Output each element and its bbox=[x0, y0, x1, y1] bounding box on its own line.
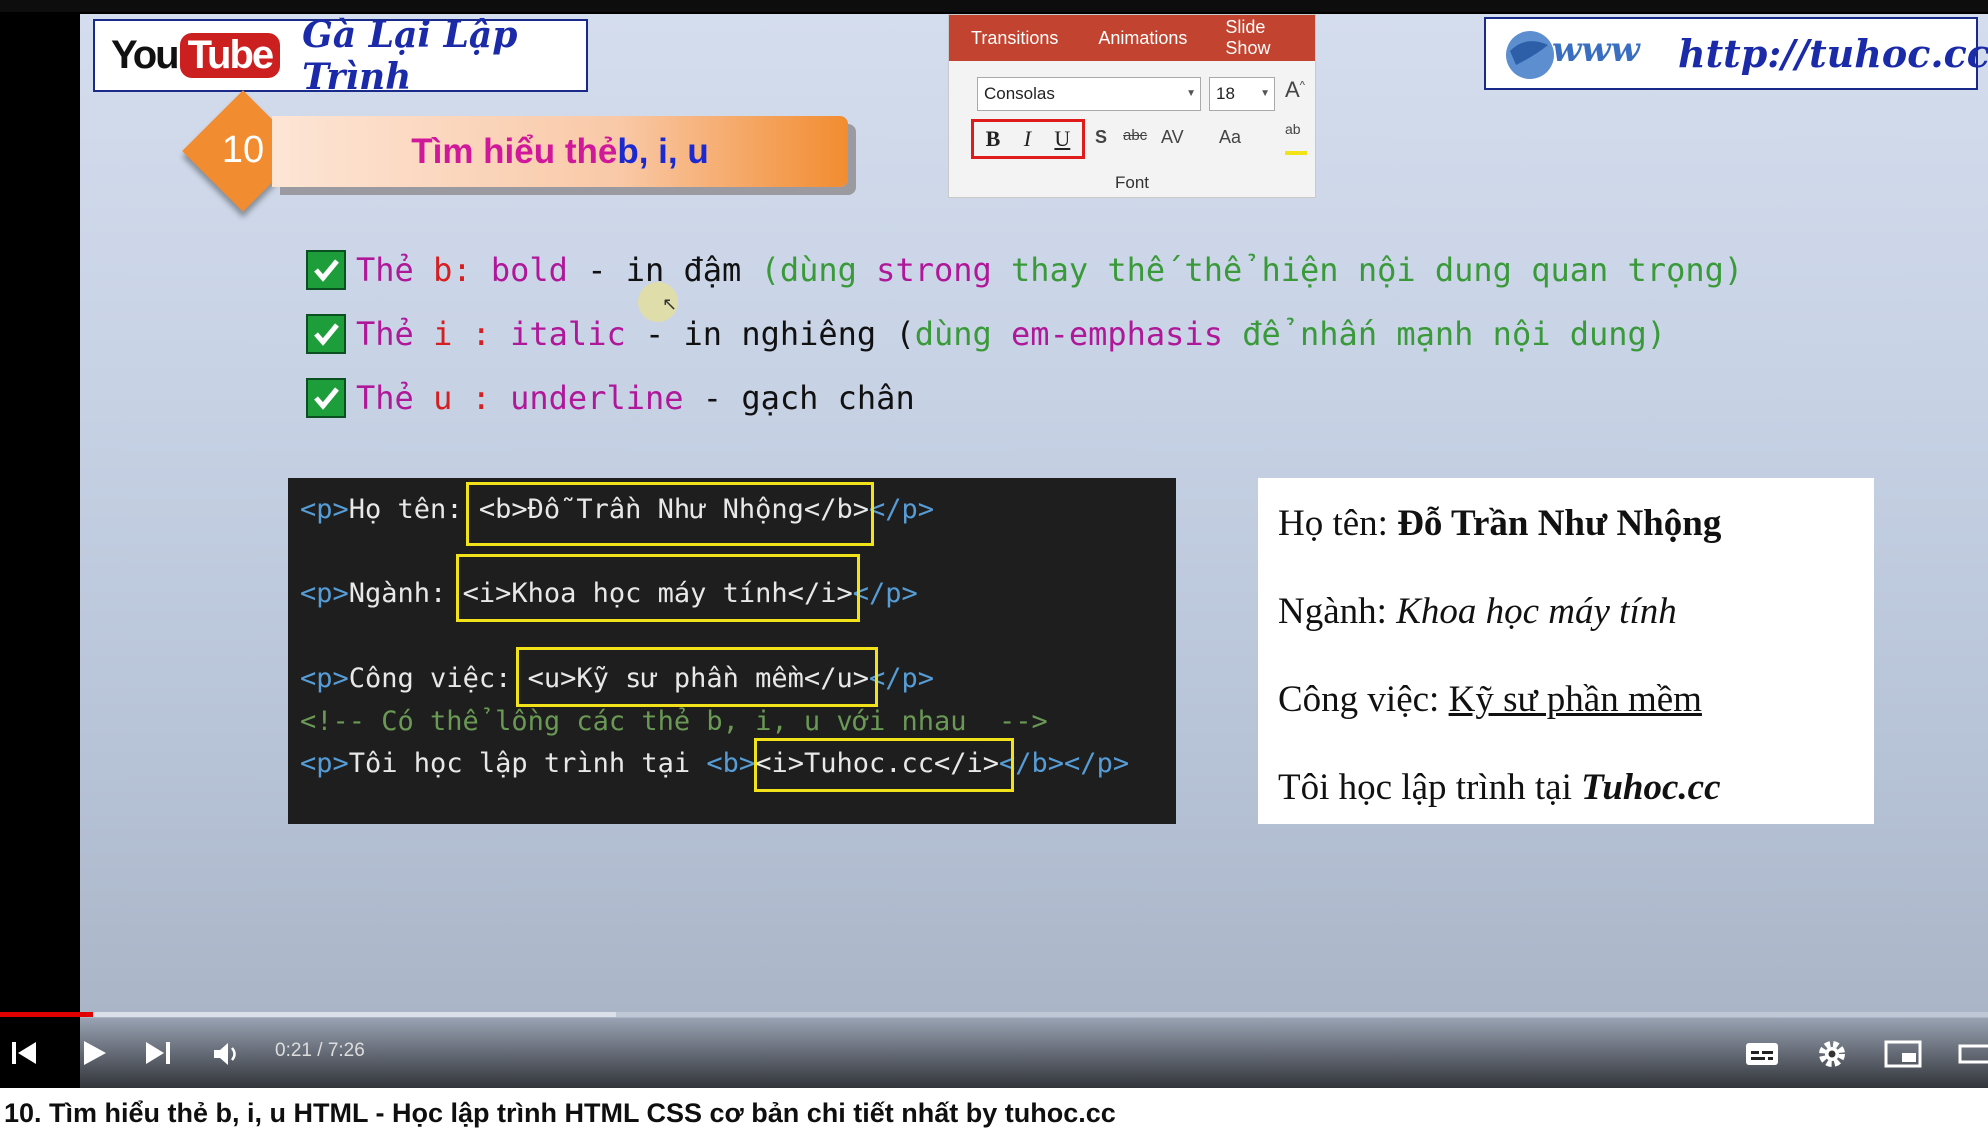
bullet-keyword: strong bbox=[876, 251, 992, 289]
bullet-name: i bbox=[433, 315, 453, 353]
bullet-vi: gạch chân bbox=[741, 379, 915, 417]
render-preview-panel: Họ tên: Đỗ Trần Như Nhộng Ngành: Khoa họ… bbox=[1258, 478, 1874, 824]
preview-line-name: Họ tên: Đỗ Trần Như Nhộng bbox=[1278, 503, 1722, 544]
checkmark-icon bbox=[306, 378, 346, 418]
character-spacing-icon: AV bbox=[1161, 127, 1184, 147]
change-case-icon: Aa bbox=[1219, 127, 1242, 147]
bullet-rest: để nhấn mạnh nội dung) bbox=[1222, 315, 1667, 353]
code-editor-panel: <p>Họ tên: <b>Đỗ Trần Như Nhộng</b></p> … bbox=[288, 478, 1176, 824]
subtitles-button[interactable] bbox=[1744, 1040, 1780, 1073]
highlight-color-icon: ab bbox=[1285, 121, 1307, 155]
bullet-list: Thẻ b: bold - in đậm (dùng strong thay t… bbox=[306, 238, 1743, 430]
website-url: http://tuhoc.cc bbox=[1678, 31, 1988, 76]
preview-line-site: Tôi học lập trình tại Tuhoc.cc bbox=[1278, 767, 1721, 808]
bold-icon: B bbox=[985, 126, 1001, 151]
channel-logo: You Tube Gà Lại Lập Trình bbox=[93, 14, 588, 98]
video-title[interactable]: 10. Tìm hiểu thẻ b, i, u HTML - Học lập … bbox=[4, 1098, 1116, 1129]
globe-icon: www bbox=[1496, 25, 1666, 83]
highlight-box-u bbox=[516, 647, 878, 707]
youtube-logo-you: You bbox=[111, 33, 180, 77]
next-button[interactable] bbox=[144, 1038, 172, 1073]
bullet-tag: Thẻ bbox=[356, 379, 434, 417]
ribbon-font-group: Transitions Animations Slide Show Consol… bbox=[948, 14, 1316, 198]
bullet-rest: thay thế thể hiện nội dung quan trọng) bbox=[991, 251, 1744, 289]
bullet-u: Thẻ u : underline - gạch chân bbox=[306, 366, 1743, 430]
chevron-down-icon: ▼ bbox=[1260, 88, 1270, 99]
chevron-down-icon: ▼ bbox=[1186, 88, 1196, 99]
font-name-field: Consolas ▼ bbox=[977, 77, 1201, 111]
preview-line-major: Ngành: Khoa học máy tính bbox=[1278, 591, 1677, 632]
bullet-en: italic bbox=[510, 315, 626, 353]
strikethrough-icon: abc bbox=[1123, 127, 1148, 144]
lesson-title-text: Tìm hiểu thẻ bbox=[411, 131, 618, 171]
website-banner: www http://tuhoc.cc bbox=[1484, 17, 1988, 90]
mouse-cursor-icon: ↖ bbox=[662, 294, 678, 315]
bullet-dash: - bbox=[567, 251, 626, 289]
italic-icon: I bbox=[1023, 126, 1032, 151]
settings-gear-icon[interactable] bbox=[1816, 1038, 1848, 1075]
play-button[interactable] bbox=[80, 1038, 108, 1073]
code-comment: <!-- Có thể lồng các thẻ b, i, u với nha… bbox=[300, 706, 1048, 737]
time-display: 0:21 / 7:26 bbox=[275, 1040, 365, 1061]
checkmark-icon bbox=[306, 250, 346, 290]
lesson-title-tags: b, i, u bbox=[617, 131, 709, 171]
progress-played bbox=[0, 1012, 93, 1017]
highlight-box-nested bbox=[754, 738, 1014, 792]
bullet-vi: in nghiêng ( bbox=[683, 315, 915, 353]
highlight-box-i bbox=[456, 554, 860, 622]
font-size-field: 18 ▼ bbox=[1209, 77, 1275, 111]
bullet-name: b bbox=[433, 251, 453, 289]
bullet-en: underline bbox=[510, 379, 684, 417]
miniplayer-button[interactable] bbox=[1884, 1040, 1922, 1073]
bold-italic-underline-highlight: B I U bbox=[971, 119, 1085, 159]
bullet-dash: - bbox=[683, 379, 742, 417]
top-edge bbox=[0, 0, 1988, 12]
bullet-en: bold bbox=[490, 251, 568, 289]
tab-animations: Animations bbox=[1098, 27, 1188, 48]
bullet-tag: Thẻ bbox=[356, 251, 434, 289]
font-name-value: Consolas bbox=[984, 84, 1055, 103]
ribbon-tabs: Transitions Animations Slide Show bbox=[949, 15, 1315, 61]
bullet-name: u bbox=[433, 379, 453, 417]
video-player[interactable]: You Tube Gà Lại Lập Trình 10 Tìm hiểu th… bbox=[0, 0, 1988, 1088]
highlight-box-b bbox=[466, 482, 874, 546]
www-text: www bbox=[1552, 30, 1642, 70]
lesson-title-banner: Tìm hiểu thẻ b, i, u bbox=[272, 116, 848, 187]
channel-name: Gà Lại Lập Trình bbox=[302, 13, 518, 98]
shadow-icon: S bbox=[1095, 127, 1108, 147]
volume-button[interactable] bbox=[212, 1040, 242, 1073]
previous-button[interactable] bbox=[10, 1038, 38, 1073]
checkmark-icon bbox=[306, 314, 346, 354]
bullet-sep: : bbox=[452, 251, 491, 289]
underline-icon: U bbox=[1054, 126, 1071, 151]
font-group-label: Font bbox=[1114, 173, 1150, 192]
bullet-paren: dùng bbox=[914, 315, 1012, 353]
theater-mode-button[interactable] bbox=[1958, 1040, 1988, 1073]
tab-slide-show: Slide Show bbox=[1225, 17, 1271, 58]
bullet-tag: Thẻ bbox=[356, 315, 434, 353]
bullet-paren: (dùng bbox=[760, 251, 877, 289]
bullet-sep: : bbox=[452, 315, 511, 353]
bullet-vi: in đậm bbox=[625, 251, 761, 289]
grow-font-icon: A^ bbox=[1285, 77, 1305, 102]
tab-transitions: Transitions bbox=[971, 27, 1059, 48]
bullet-sep: : bbox=[452, 379, 511, 417]
bullet-i: Thẻ i : italic - in nghiêng (dùng em-emp… bbox=[306, 302, 1743, 366]
youtube-logo-tube: Tube bbox=[179, 33, 281, 78]
preview-line-job: Công việc: Kỹ sư phần mềm bbox=[1278, 679, 1702, 720]
font-size-value: 18 bbox=[1216, 84, 1235, 103]
bullet-keyword: em-emphasis bbox=[1011, 315, 1223, 353]
bullet-b: Thẻ b: bold - in đậm (dùng strong thay t… bbox=[306, 238, 1743, 302]
